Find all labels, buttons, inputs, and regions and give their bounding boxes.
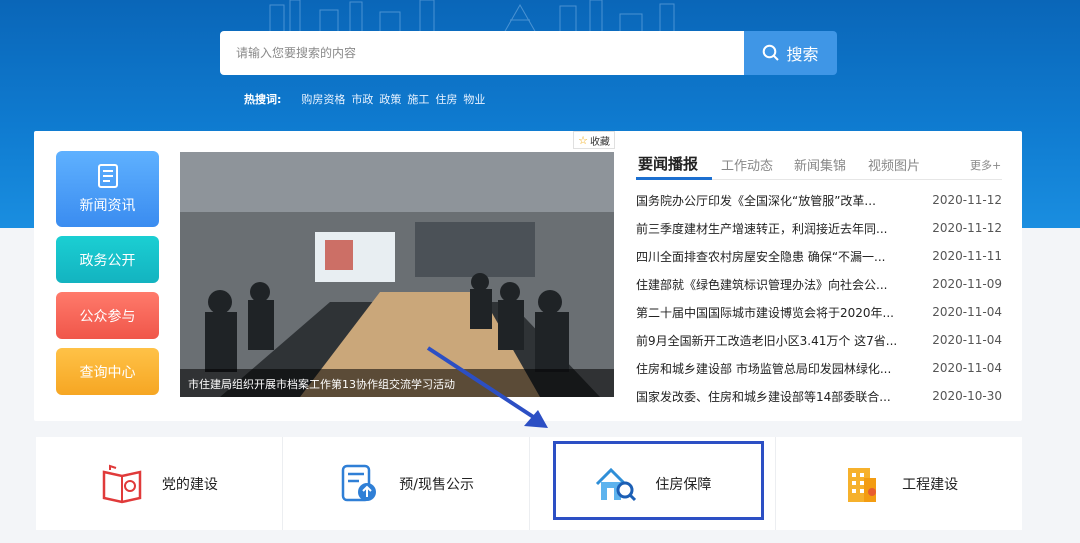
news-date: 2020-11-12	[932, 193, 1002, 207]
side-nav-label: 政务公开	[79, 252, 136, 269]
side-nav-query-center[interactable]: 查询中心	[56, 348, 159, 395]
tab-video-images[interactable]: 视频图片	[868, 155, 920, 174]
feature-photo[interactable]: 市住建局组织开展市档案工作第13协作组交流学习活动	[180, 152, 614, 397]
service-engineering[interactable]: 工程建设	[776, 437, 1022, 530]
search-icon	[763, 44, 780, 61]
news-title: 住房和城乡建设部 市场监管总局印发园林绿化...	[636, 361, 892, 376]
tab-headline-news[interactable]: 要闻播报	[638, 153, 698, 174]
hot-word[interactable]: 市政	[351, 91, 373, 107]
list-item[interactable]: 第二十届中国国际城市建设博览会将于2020年... 2020-11-04	[636, 298, 1002, 326]
side-nav-public-participation[interactable]: 公众参与	[56, 292, 159, 339]
list-item[interactable]: 住房和城乡建设部 市场监管总局印发园林绿化... 2020-11-04	[636, 354, 1002, 382]
feature-caption: 市住建局组织开展市档案工作第13协作组交流学习活动	[180, 369, 614, 397]
hot-words: 热搜词: 购房资格 市政 政策 施工 住房 物业	[244, 91, 485, 107]
list-item[interactable]: 国务院办公厅印发《全国深化“放管服”改革... 2020-11-12	[636, 186, 1002, 214]
news-title: 住建部就《绿色建筑标识管理办法》向社会公...	[636, 277, 888, 292]
news-list: 国务院办公厅印发《全国深化“放管服”改革... 2020-11-12 前三季度建…	[636, 186, 1002, 410]
party-book-icon	[102, 464, 142, 503]
news-title: 前9月全国新开工改造老旧小区3.41万个 这7省...	[636, 333, 898, 348]
service-label: 工程建设	[902, 476, 959, 493]
side-nav-news[interactable]: 新闻资讯	[56, 151, 159, 227]
hot-word[interactable]: 住房	[435, 91, 457, 107]
list-item[interactable]: 前9月全国新开工改造老旧小区3.41万个 这7省... 2020-11-04	[636, 326, 1002, 354]
service-label: 住房保障	[655, 476, 712, 493]
hot-word[interactable]: 物业	[463, 91, 485, 107]
more-link[interactable]: 更多+	[970, 157, 1001, 173]
hot-word[interactable]: 政策	[379, 91, 401, 107]
news-date: 2020-11-04	[932, 361, 1002, 375]
news-date: 2020-10-30	[932, 389, 1002, 403]
tab-news-collection[interactable]: 新闻集锦	[794, 155, 846, 174]
house-search-icon	[596, 467, 637, 501]
meeting-room-image	[180, 152, 614, 397]
news-date: 2020-11-04	[932, 305, 1002, 319]
hot-words-label: 热搜词:	[244, 93, 282, 106]
side-nav-label: 公众参与	[79, 308, 136, 325]
list-item[interactable]: 住建部就《绿色建筑标识管理办法》向社会公... 2020-11-09	[636, 270, 1002, 298]
active-tab-indicator	[636, 177, 712, 180]
news-tabs: 要闻播报 工作动态 新闻集锦 视频图片	[636, 155, 1002, 179]
service-label: 预/现售公示	[399, 476, 474, 493]
service-housing-security[interactable]: 住房保障	[530, 437, 777, 530]
news-date: 2020-11-11	[932, 249, 1002, 263]
news-title: 前三季度建材生产增速转正，利润接近去年同...	[636, 221, 888, 236]
hot-word[interactable]: 施工	[407, 91, 429, 107]
news-date: 2020-11-09	[932, 277, 1002, 291]
list-item[interactable]: 前三季度建材生产增速转正，利润接近去年同... 2020-11-12	[636, 214, 1002, 242]
document-icon	[97, 164, 118, 188]
service-row: 党的建设 预/现售公示 住房保障 工程建设	[36, 437, 1022, 530]
document-upload-icon	[342, 464, 377, 501]
side-nav-gov-affairs[interactable]: 政务公开	[56, 236, 159, 283]
news-date: 2020-11-12	[932, 221, 1002, 235]
list-item[interactable]: 国家发改委、住房和城乡建设部等14部委联合... 2020-10-30	[636, 382, 1002, 410]
hot-word[interactable]: 购房资格	[301, 91, 345, 107]
search-button[interactable]: 搜索	[744, 31, 837, 75]
service-presale-notice[interactable]: 预/现售公示	[283, 437, 530, 530]
service-label: 党的建设	[161, 476, 218, 493]
news-title: 国务院办公厅印发《全国深化“放管服”改革...	[636, 193, 876, 208]
side-nav-label: 新闻资讯	[79, 198, 136, 214]
news-title: 国家发改委、住房和城乡建设部等14部委联合...	[636, 389, 891, 404]
search-input[interactable]	[220, 31, 744, 75]
side-nav-label: 查询中心	[79, 364, 136, 381]
list-item[interactable]: 四川全面排查农村房屋安全隐患 确保“不漏一... 2020-11-11	[636, 242, 1002, 270]
news-title: 第二十届中国国际城市建设博览会将于2020年...	[636, 305, 894, 320]
building-icon	[848, 467, 877, 502]
service-party-building[interactable]: 党的建设	[36, 437, 283, 530]
news-title: 四川全面排查农村房屋安全隐患 确保“不漏一...	[636, 249, 886, 264]
tab-work-updates[interactable]: 工作动态	[721, 155, 773, 174]
news-date: 2020-11-04	[932, 333, 1002, 347]
favorite-button[interactable]: ☆ 收藏	[573, 131, 615, 149]
favorite-label: 收藏	[589, 136, 610, 148]
search-button-label: 搜索	[786, 45, 819, 64]
star-icon: ☆	[578, 133, 588, 147]
search-box	[220, 31, 744, 75]
